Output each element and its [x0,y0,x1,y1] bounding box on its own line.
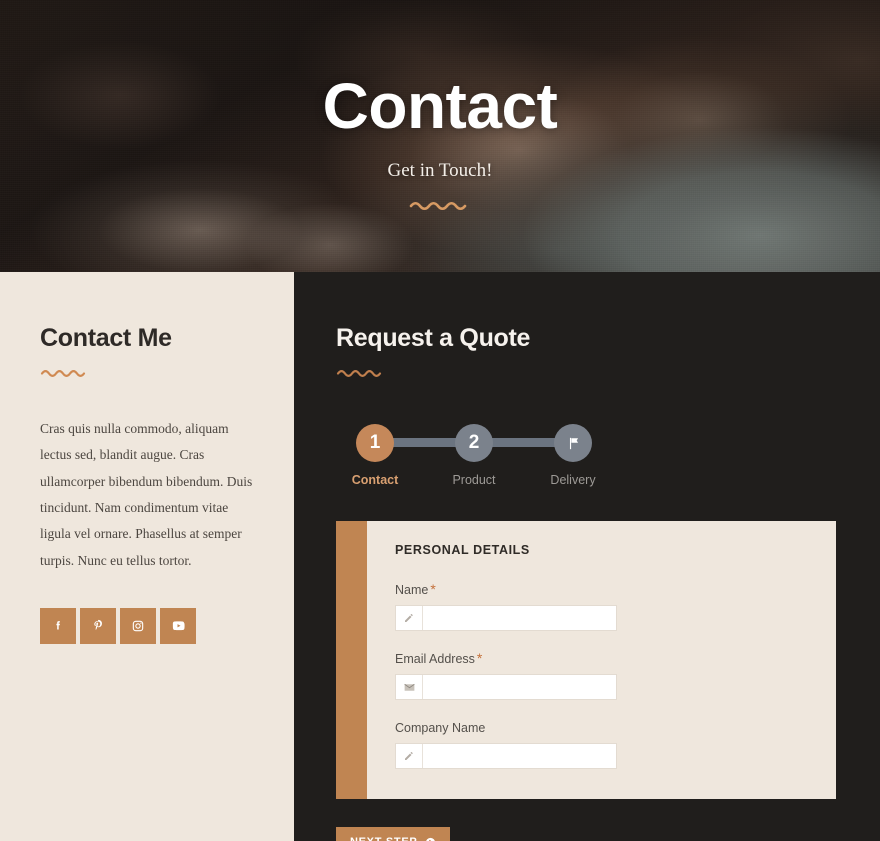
social-links [40,607,254,644]
quote-form-panel: Request a Quote 1 Contact 2 Product Deli… [294,272,880,841]
email-input[interactable] [423,675,616,699]
field-label-company: Company Name [395,719,800,735]
stepper-bubble-3 [554,424,592,462]
envelope-icon-glyph [403,683,415,691]
pencil-icon-glyph [405,751,413,760]
pencil-icon-glyph [405,613,413,622]
flag-icon [569,437,578,449]
contact-me-heading: Contact Me [40,324,172,352]
stepper-bubble-1: 1 [356,424,394,462]
stepper-label-delivery: Delivery [550,473,596,487]
company-input-wrap[interactable] [395,743,617,769]
hero-section: Contact Get in Touch! [0,0,880,272]
contact-bio-text: Cras quis nulla commodo, aliquam lectus … [40,421,253,568]
envelope-icon [396,675,423,699]
company-input[interactable] [423,744,616,768]
wavy-divider-icon [40,370,86,377]
field-label-email-text: Email Address [395,652,475,666]
next-step-button[interactable]: NEXT STEP [336,827,451,841]
stepper-step-contact[interactable]: 1 Contact [336,424,414,487]
social-link-youtube[interactable] [160,607,196,644]
wavy-divider-icon [409,201,467,211]
card-accent-bar [336,521,367,799]
request-quote-heading: Request a Quote [336,324,531,352]
page-title: Contact [322,70,558,142]
pencil-icon [396,606,423,630]
instagram-icon [132,620,144,632]
stepper-step-delivery[interactable]: Delivery [534,424,612,487]
field-label-name-text: Name [395,583,429,597]
form-stepper: 1 Contact 2 Product Delivery [336,424,612,487]
contact-info-panel: Contact Me Cras quis nulla commodo, aliq… [0,272,294,841]
field-email: Email Address * [395,650,800,700]
page-subtitle: Get in Touch! [387,160,493,181]
field-label-email: Email Address * [395,650,800,666]
card-body: PERSONAL DETAILS Name * Email Address * … [367,521,836,799]
stepper-label-product: Product [452,473,496,487]
next-step-label: NEXT STEP [350,836,417,841]
stepper-bubble-2: 2 [455,424,493,462]
stepper-step-product[interactable]: 2 Product [435,424,513,487]
required-asterisk: * [476,650,483,666]
required-asterisk: * [430,581,436,597]
stepper-steps: 1 Contact 2 Product Delivery [336,424,612,487]
pencil-icon [396,744,423,768]
form-section-heading: PERSONAL DETAILS [395,543,530,557]
youtube-icon [172,621,185,631]
pinterest-icon [94,619,102,630]
social-link-facebook[interactable] [40,607,76,644]
arrow-circle-right-icon [426,837,436,841]
name-input-wrap[interactable] [395,605,617,631]
social-link-instagram[interactable] [120,607,156,644]
facebook-icon [56,620,60,630]
social-link-pinterest[interactable] [80,607,116,644]
hero-content: Contact Get in Touch! [0,0,880,272]
field-label-company-text: Company Name [395,721,486,735]
name-input[interactable] [423,606,616,630]
contact-page: Contact Get in Touch! Contact Me Cras qu… [0,0,880,841]
field-name: Name * [395,581,800,631]
email-input-wrap[interactable] [395,674,617,700]
personal-details-card: PERSONAL DETAILS Name * Email Address * … [336,521,836,799]
stepper-label-contact: Contact [351,473,399,487]
wavy-divider-icon [336,370,382,377]
field-company: Company Name [395,719,800,769]
field-label-name: Name * [395,581,800,597]
content-columns: Contact Me Cras quis nulla commodo, aliq… [0,272,880,841]
